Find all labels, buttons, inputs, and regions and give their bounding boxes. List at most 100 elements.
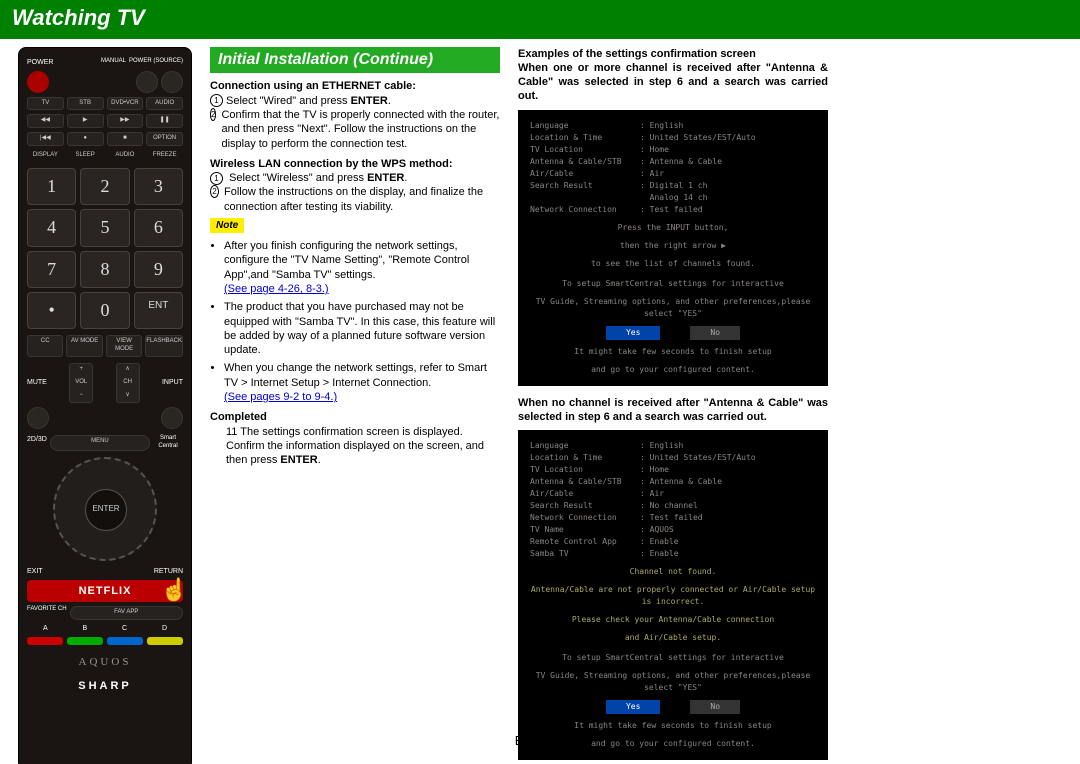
case1-text: When one or more channel is received aft… [518, 61, 828, 104]
s2-msg5: TV Guide, Streaming options, and other p… [530, 670, 816, 694]
manual-label: MANUAL [101, 58, 126, 67]
audio-btn: AUDIO [146, 97, 183, 111]
stb-btn: STB [67, 97, 104, 111]
favapp-btn: FAV APP [70, 606, 183, 620]
prev-btn: |◀◀ [27, 132, 64, 146]
eth-step-2: 2Confirm that the TV is properly connect… [210, 108, 500, 151]
case2-text: When no channel is received after "Anten… [518, 396, 828, 425]
s1-msg5: TV Guide, Streaming options, and other p… [530, 296, 816, 320]
wps-step-1: 1 Select "Wireless" and press ENTER. [210, 171, 500, 185]
red-btn [27, 637, 63, 645]
note-link-1[interactable]: (See page 4-26, 8-3.) [224, 283, 329, 295]
netflix-btn: NETFLIX☝️ [27, 580, 183, 602]
note-item-3: When you change the network settings, re… [224, 362, 487, 388]
wps-heading: Wireless LAN connection by the WPS metho… [210, 157, 500, 171]
stop-btn: ■ [107, 132, 144, 146]
s1-msg3: to see the list of channels found. [530, 258, 816, 270]
note-label: Note [210, 218, 244, 233]
key-0: 0 [80, 292, 129, 329]
ethernet-heading: Connection using an ETHERNET cable: [210, 79, 500, 93]
rew-btn: ◀◀ [27, 114, 64, 128]
key-ent: ENT [134, 292, 183, 329]
a-label: A [43, 624, 48, 633]
s2-err1: Channel not found. [530, 566, 816, 578]
aquos-brand: AQUOS [27, 655, 183, 669]
s1-yes-btn: Yes [606, 326, 660, 340]
ff-btn: ▶▶ [107, 114, 144, 128]
sleep-label: SLEEP [67, 150, 104, 162]
key-5: 5 [80, 209, 129, 246]
vol-rocker: +VOL− [69, 363, 93, 403]
s1-msg2: then the right arrow ▶ [530, 240, 816, 252]
key-dot: • [27, 292, 76, 329]
c-label: C [122, 624, 127, 633]
dvdvcr-btn: DVD•VCR [107, 97, 144, 111]
power-button [27, 71, 49, 93]
source-button [161, 71, 183, 93]
input-label: INPUT [162, 378, 183, 387]
s2-err3: Please check your Antenna/Cable connecti… [530, 614, 816, 626]
s2-yes-btn: Yes [606, 700, 660, 714]
key-8: 8 [80, 251, 129, 288]
s2-no-btn: No [690, 700, 740, 714]
favch-label: FAVORITE CH [27, 606, 67, 620]
key-3: 3 [134, 168, 183, 205]
key-4: 4 [27, 209, 76, 246]
s2-err2: Antenna/Cable are not properly connected… [530, 584, 816, 608]
manual-button [136, 71, 158, 93]
s1-foot: It might take few seconds to finish setu… [530, 346, 816, 358]
key-1: 1 [27, 168, 76, 205]
rec-btn: ● [67, 132, 104, 146]
flashback-btn: FLASHBACK [145, 335, 183, 357]
avmode-btn: AV MODE [66, 335, 102, 357]
remote-control-image: POWER MANUAL POWER (SOURCE) TV STB DVD•V… [18, 47, 192, 764]
audio-label: AUDIO [107, 150, 144, 162]
d-label: D [162, 624, 167, 633]
source-label: POWER (SOURCE) [129, 58, 183, 67]
exit-label: EXIT [27, 567, 43, 576]
smartcentral-label: Smart Central [153, 435, 183, 451]
key-9: 9 [134, 251, 183, 288]
return-label: RETURN [154, 567, 183, 576]
eth-step-1: 1Select "Wired" and press ENTER. [210, 94, 500, 108]
cc-btn: CC [27, 335, 63, 357]
key-2: 2 [80, 168, 129, 205]
sharp-brand: SHARP [27, 679, 183, 693]
section-title: Initial Installation (Continue) [210, 47, 500, 74]
ch-rocker: ∧CH∨ [116, 363, 140, 403]
menu-btn: MENU [50, 435, 150, 451]
s1-msg1: Press the INPUT button, [530, 222, 816, 234]
note-list: After you finish configuring the network… [224, 239, 500, 404]
note-item-2: The product that you have purchased may … [224, 300, 500, 357]
mute-label: MUTE [27, 378, 47, 387]
key-6: 6 [134, 209, 183, 246]
display-label: DISPLAY [27, 150, 64, 162]
s1-msg4: To setup SmartCentral settings for inter… [530, 278, 816, 290]
s2-msg4: To setup SmartCentral settings for inter… [530, 652, 816, 664]
s2-err4: and Air/Cable setup. [530, 632, 816, 644]
nav-ring: ENTER [53, 457, 157, 561]
power-label: POWER [27, 58, 53, 67]
play-btn: ▶ [67, 114, 104, 128]
pause-btn: ❚❚ [146, 114, 183, 128]
option-btn: OPTION [146, 132, 183, 146]
middle-column: Initial Installation (Continue) Connecti… [210, 47, 500, 764]
freeze-label: FREEZE [146, 150, 183, 162]
note-item-1: After you finish configuring the network… [224, 240, 469, 281]
mute-btn [27, 407, 49, 429]
input-btn [161, 407, 183, 429]
s1-foot2: and go to your configured content. [530, 364, 816, 376]
wps-step-2: 2Follow the instructions on the display,… [210, 185, 500, 214]
yellow-btn [147, 637, 183, 645]
page-number: ENG 2-6 [0, 733, 1080, 750]
confirmation-screen-2: Language: EnglishLocation & Time: United… [518, 430, 828, 760]
blue-btn [107, 637, 143, 645]
note-link-2[interactable]: (See pages 9-2 to 9-4.) [224, 391, 337, 403]
numeric-keypad: 1 2 3 4 5 6 7 8 9 • 0 ENT [27, 168, 183, 330]
enter-btn: ENTER [85, 489, 127, 531]
completed-text: 11 The settings confirmation screen is d… [226, 425, 500, 468]
examples-heading: Examples of the settings confirmation sc… [518, 47, 828, 61]
pointing-hand-icon: ☝️ [161, 576, 189, 605]
key-7: 7 [27, 251, 76, 288]
s1-no-btn: No [690, 326, 740, 340]
